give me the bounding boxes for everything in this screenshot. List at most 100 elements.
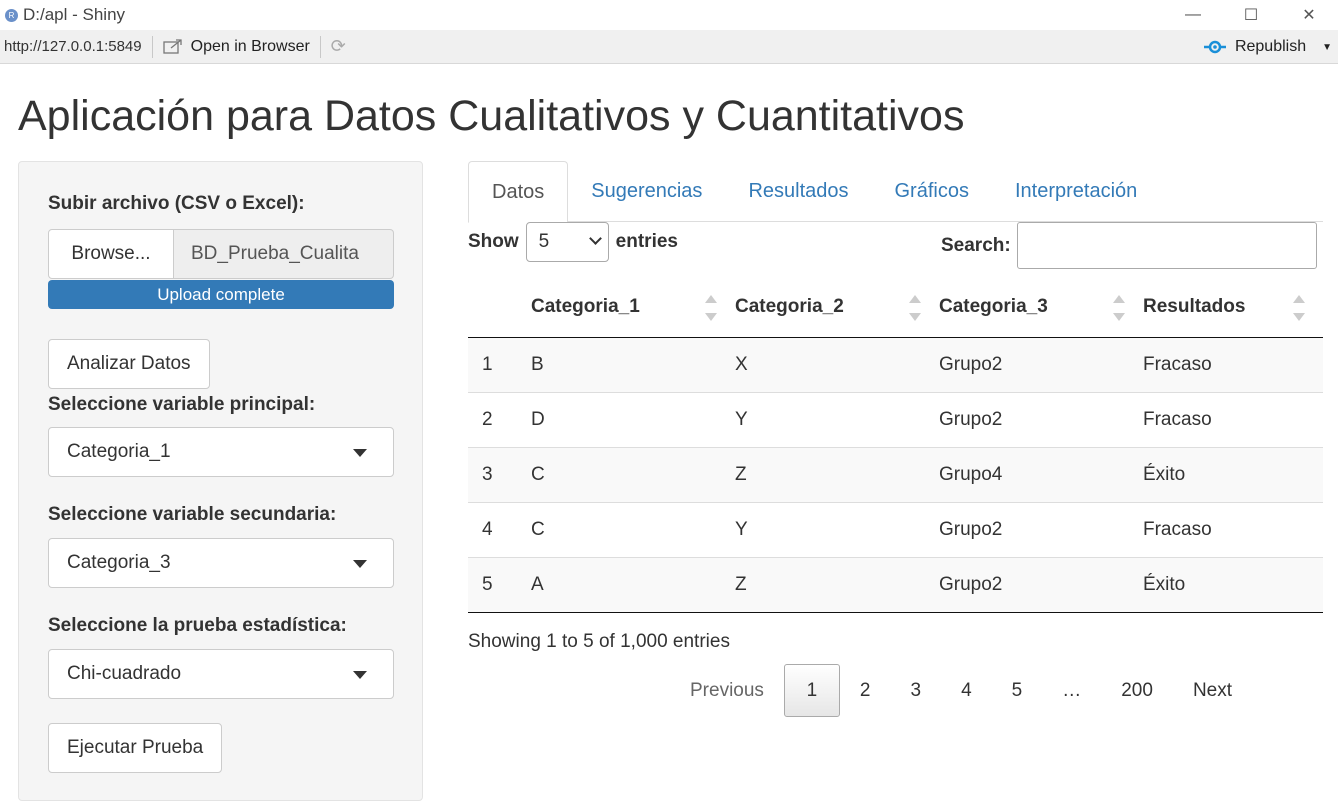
page-button-2[interactable]: 2 [840, 664, 891, 717]
minimize-button[interactable]: — [1164, 0, 1222, 30]
sort-icon [909, 295, 921, 321]
republish-icon [1203, 40, 1226, 54]
table-cell: Fracaso [1143, 337, 1323, 392]
page-button-1[interactable]: 1 [783, 664, 840, 717]
sidebar-panel: Subir archivo (CSV o Excel): Browse... B… [18, 161, 423, 801]
pagination: Previous 1 2 3 4 5 … 200 Next [670, 664, 1252, 717]
search-input[interactable] [1016, 222, 1317, 269]
column-header-index [468, 278, 531, 338]
page-button-200[interactable]: 200 [1101, 664, 1173, 717]
chevron-down-icon [588, 232, 602, 245]
toolbar-divider [319, 35, 321, 58]
window-title: D:/apl - Shiny [23, 5, 126, 24]
table-cell: Y [735, 501, 939, 557]
caret-down-icon [353, 560, 367, 568]
caret-down-icon [353, 449, 367, 457]
republish-button[interactable]: Republish ▼ [1203, 30, 1332, 64]
sort-icon [1113, 295, 1125, 321]
table-row: 4 C Y Grupo2 Fracaso [468, 501, 1323, 557]
primary-variable-select[interactable]: Categoria_1 [48, 427, 394, 477]
main-tabs: Datos Sugerencias Resultados Gráficos In… [468, 161, 1323, 223]
table-cell: Grupo2 [939, 556, 1143, 613]
column-header-label: Categoria_3 [939, 296, 1048, 318]
upload-progress-fill: Upload complete [48, 280, 394, 309]
tab-datos[interactable]: Datos [468, 161, 569, 223]
column-header-label: Categoria_1 [531, 296, 640, 318]
upload-progress-bar: Upload complete [48, 280, 394, 309]
page-length-value: 5 [538, 231, 550, 252]
table-cell: Éxito [1143, 446, 1323, 502]
browse-button[interactable]: Browse... [48, 229, 174, 279]
table-row: 5 A Z Grupo2 Éxito [468, 556, 1323, 613]
column-header-label: Categoria_2 [735, 296, 844, 318]
column-header-categoria-2[interactable]: Categoria_2 [735, 278, 939, 338]
statistical-test-value: Chi-cuadrado [67, 663, 182, 684]
table-info: Showing 1 to 5 of 1,000 entries [468, 631, 730, 652]
column-header-resultados[interactable]: Resultados [1143, 278, 1323, 338]
column-header-label: Resultados [1143, 296, 1246, 318]
table-cell: Z [735, 556, 939, 613]
table-cell: Grupo2 [939, 501, 1143, 557]
column-header-categoria-3[interactable]: Categoria_3 [939, 278, 1143, 338]
search-control: Search: [941, 222, 1317, 269]
page-length-select[interactable]: 5 [525, 222, 609, 262]
table-cell: 4 [468, 501, 531, 557]
tab-resultados[interactable]: Resultados [725, 161, 871, 222]
sort-icon [705, 295, 717, 321]
secondary-variable-label: Seleccione variable secundaria: [48, 504, 337, 525]
open-in-browser-label: Open in Browser [190, 37, 310, 55]
length-control: Show 5 entries [468, 222, 678, 262]
run-test-button[interactable]: Ejecutar Prueba [48, 723, 223, 773]
table-cell: Y [735, 391, 939, 447]
page-button-3[interactable]: 3 [891, 664, 942, 717]
table-cell: Grupo2 [939, 337, 1143, 392]
statistical-test-label: Seleccione la prueba estadística: [48, 615, 347, 636]
table-cell: Grupo2 [939, 391, 1143, 447]
previous-page-button[interactable]: Previous [670, 664, 784, 717]
table-cell: 3 [468, 446, 531, 502]
data-table: Categoria_1 Categoria_2 Categoria_3 Resu… [468, 278, 1323, 613]
table-cell: 1 [468, 337, 531, 392]
window-titlebar: R D:/apl - Shiny — ☐ ✕ [0, 0, 1338, 30]
pagination-ellipsis: … [1062, 679, 1082, 701]
table-cell: Z [735, 446, 939, 502]
table-cell: C [531, 501, 735, 557]
analyze-data-button[interactable]: Analizar Datos [48, 339, 210, 389]
table-row: 3 C Z Grupo4 Éxito [468, 446, 1323, 502]
primary-variable-label: Seleccione variable principal: [48, 394, 316, 415]
table-cell: Fracaso [1143, 501, 1323, 557]
chevron-down-icon[interactable]: ▼ [1322, 42, 1332, 53]
caret-down-icon [353, 671, 367, 679]
url-display: http://127.0.0.1:5849 [4, 38, 142, 55]
column-header-categoria-1[interactable]: Categoria_1 [531, 278, 735, 338]
open-in-browser-icon [162, 38, 182, 54]
viewer-toolbar: http://127.0.0.1:5849 Open in Browser ⟳ … [0, 30, 1338, 64]
open-in-browser-button[interactable]: Open in Browser [162, 37, 310, 56]
statistical-test-select[interactable]: Chi-cuadrado [48, 649, 394, 699]
refresh-icon[interactable]: ⟳ [331, 36, 346, 57]
file-name-field[interactable]: BD_Prueba_Cualita [174, 229, 394, 279]
republish-label: Republish [1234, 38, 1307, 55]
table-cell: Éxito [1143, 556, 1323, 613]
table-cell: Grupo4 [939, 446, 1143, 502]
secondary-variable-value: Categoria_3 [67, 552, 171, 573]
r-app-icon: R [5, 8, 18, 22]
maximize-button[interactable]: ☐ [1222, 0, 1280, 30]
sort-icon [1293, 295, 1305, 321]
toolbar-divider [151, 35, 153, 58]
table-cell: 2 [468, 391, 531, 447]
table-cell: D [531, 391, 735, 447]
page-button-5[interactable]: 5 [992, 664, 1043, 717]
table-cell: Fracaso [1143, 391, 1323, 447]
page-button-4[interactable]: 4 [941, 664, 992, 717]
secondary-variable-select[interactable]: Categoria_3 [48, 538, 394, 588]
tab-interpretacion[interactable]: Interpretación [992, 161, 1160, 222]
upload-label: Subir archivo (CSV o Excel): [48, 193, 305, 214]
table-cell: B [531, 337, 735, 392]
close-button[interactable]: ✕ [1280, 0, 1338, 30]
tab-graficos[interactable]: Gráficos [872, 161, 992, 222]
show-label: Show [468, 231, 519, 252]
tab-sugerencias[interactable]: Sugerencias [568, 161, 725, 222]
search-label: Search: [941, 234, 1011, 256]
next-page-button[interactable]: Next [1173, 664, 1252, 717]
